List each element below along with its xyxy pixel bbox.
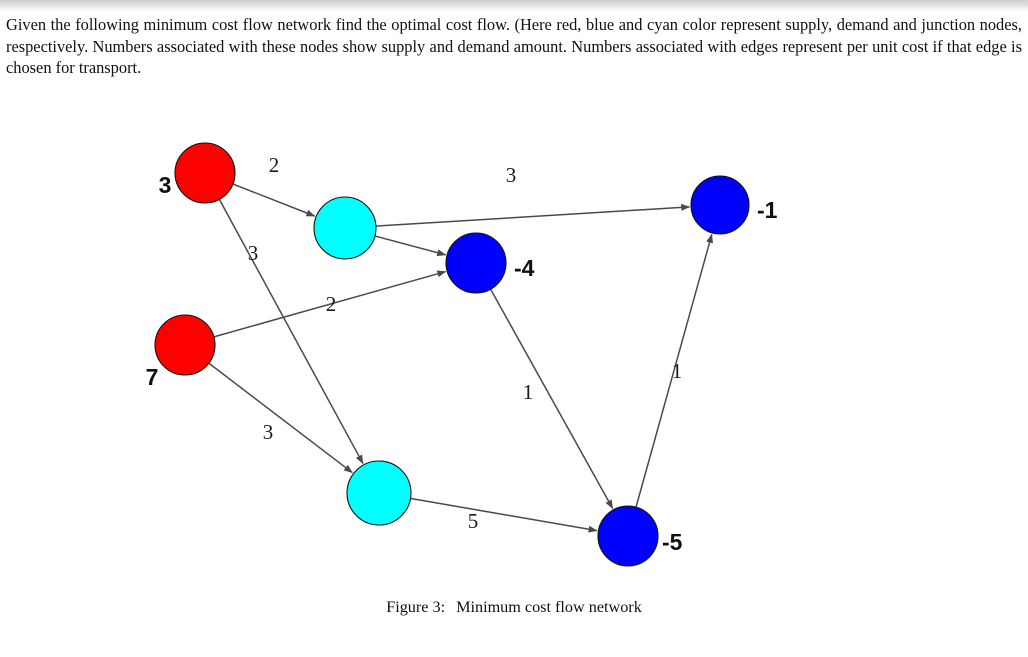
graph-node-j1-junction[interactable] — [313, 196, 377, 260]
node-value-label: 7 — [146, 364, 159, 390]
minimum-cost-flow-graph: 2 3 2 3 3 5 1 1 3 7 -1 -4 -5 — [146, 142, 778, 567]
edge-weight-label: 3 — [248, 241, 259, 265]
problem-statement: Given the following minimum cost flow ne… — [6, 15, 1022, 77]
node-value-labels-layer: 3 7 -1 -4 -5 — [146, 172, 778, 555]
graph-node-d3-demand[interactable] — [597, 505, 659, 567]
graph-node-d2-demand[interactable] — [445, 232, 507, 294]
figure-caption-label: Figure 3: — [386, 598, 446, 616]
figure-caption-title: Minimum cost flow network — [456, 598, 642, 616]
graph-edge-j1-d1 — [376, 203, 691, 227]
figure-network-diagram: 2 3 2 3 3 5 1 1 3 7 -1 -4 -5 — [0, 110, 1028, 590]
node-value-label: -5 — [662, 529, 683, 555]
node-value-label: -4 — [514, 255, 535, 281]
graph-edge-s1-j1 — [233, 183, 316, 217]
nodes-layer — [154, 142, 750, 567]
edge-weight-label: 1 — [672, 359, 683, 383]
node-value-label: 3 — [159, 172, 172, 198]
edge-weight-labels-layer: 2 3 2 3 3 5 1 1 — [248, 153, 683, 533]
edge-weight-label: 3 — [263, 420, 274, 444]
edge-weight-label: 1 — [523, 380, 534, 404]
graph-node-s2-supply[interactable] — [154, 314, 216, 376]
graph-node-j2-junction[interactable] — [346, 460, 412, 526]
graph-edge-s2-j2 — [208, 362, 353, 474]
edge-weight-label: 3 — [506, 163, 517, 187]
graph-edge-j1-d2 — [375, 235, 447, 257]
graph-node-d1-demand[interactable] — [690, 175, 750, 235]
graph-edge-j2-d3 — [410, 497, 598, 533]
window-top-gradient-band — [0, 0, 1028, 12]
graph-node-s1-supply[interactable] — [174, 142, 236, 204]
figure-caption: Figure 3: Minimum cost flow network — [0, 598, 1028, 617]
graph-edge-d2-d3 — [490, 289, 614, 510]
edge-weight-label: 2 — [269, 153, 280, 177]
edge-weight-label: 5 — [468, 509, 479, 533]
node-value-label: -1 — [757, 197, 778, 223]
edges-layer — [208, 183, 713, 533]
edge-weight-label: 2 — [326, 292, 337, 316]
